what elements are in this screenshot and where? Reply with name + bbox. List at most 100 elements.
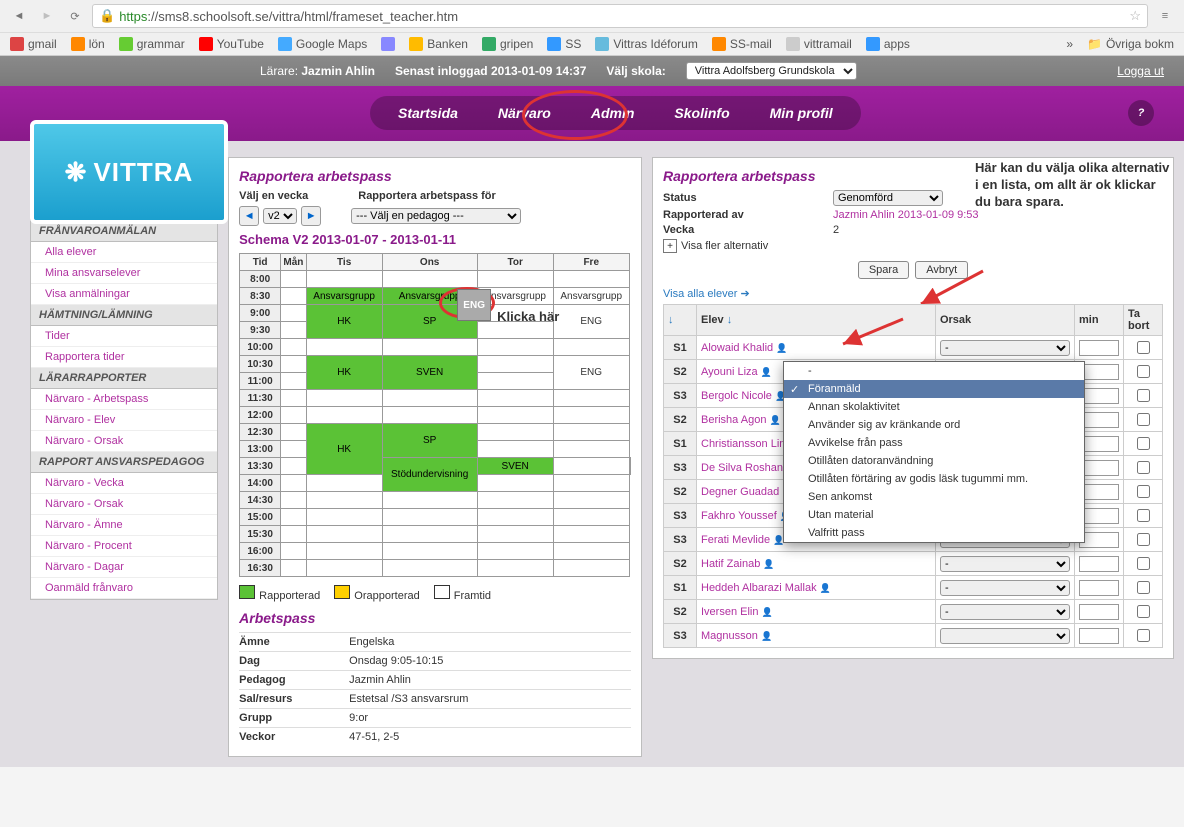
schedule-cell[interactable]: HK [306, 356, 382, 390]
bookmark-item[interactable]: gripen [482, 37, 533, 51]
min-input[interactable] [1079, 532, 1119, 548]
schedule-cell[interactable]: HK [306, 305, 382, 339]
sidebar-item[interactable]: Visa anmälningar [31, 284, 217, 305]
bookmark-item[interactable]: Banken [409, 37, 468, 51]
remove-checkbox[interactable] [1137, 605, 1150, 618]
other-bookmarks[interactable]: 📁 Övriga bokm [1087, 37, 1174, 51]
remove-checkbox[interactable] [1137, 437, 1150, 450]
orsak-select[interactable] [940, 628, 1070, 644]
sidebar-item[interactable]: Tider [31, 326, 217, 347]
schedule-cell[interactable]: SVEN [477, 458, 553, 475]
remove-checkbox[interactable] [1137, 485, 1150, 498]
week-prev-button[interactable]: ◄ [239, 206, 259, 226]
min-input[interactable] [1079, 412, 1119, 428]
remove-checkbox[interactable] [1137, 581, 1150, 594]
orsak-select[interactable]: - [940, 556, 1070, 572]
show-all-students-link[interactable]: Visa alla elever ➔ [663, 287, 1163, 300]
dropdown-option[interactable]: Otillåten förtäring av godis läsk tugumm… [784, 470, 1084, 488]
bookmark-item[interactable] [381, 37, 395, 51]
sidebar-item[interactable]: Närvaro - Ämne [31, 515, 217, 536]
sidebar-item[interactable]: Mina ansvarselever [31, 263, 217, 284]
min-input[interactable] [1079, 628, 1119, 644]
min-input[interactable] [1079, 556, 1119, 572]
bookmark-item[interactable]: Vittras Idéforum [595, 37, 697, 51]
min-input[interactable] [1079, 604, 1119, 620]
dropdown-option[interactable]: Utan material [784, 506, 1084, 524]
pedagog-select[interactable]: --- Välj en pedagog --- [351, 208, 521, 224]
bookmark-item[interactable]: lön [71, 37, 105, 51]
reload-button[interactable]: ⟳ [64, 6, 86, 26]
sidebar-item[interactable]: Närvaro - Orsak [31, 431, 217, 452]
week-select[interactable]: v2 [263, 208, 297, 224]
show-more-toggle[interactable]: +Visa fler alternativ [663, 239, 1163, 253]
schedule-cell-eng-highlight[interactable]: ENG [457, 289, 491, 321]
bookmark-item[interactable]: gmail [10, 37, 57, 51]
school-select[interactable]: Vittra Adolfsberg Grundskola [686, 62, 857, 80]
schedule-cell[interactable]: Ansvarsgrupp [553, 288, 629, 305]
remove-checkbox[interactable] [1137, 365, 1150, 378]
bookmark-item[interactable]: Google Maps [278, 37, 367, 51]
nav-item-startsida[interactable]: Startsida [398, 105, 458, 121]
nav-item-närvaro[interactable]: Närvaro [498, 105, 551, 121]
student-link[interactable]: Ferati Mevlide [701, 534, 770, 546]
schedule-cell[interactable]: HK [306, 424, 382, 475]
bookmark-item[interactable]: grammar [119, 37, 185, 51]
menu-icon[interactable]: ≡ [1154, 6, 1176, 26]
dropdown-option[interactable]: Använder sig av kränkande ord [784, 416, 1084, 434]
schedule-cell[interactable]: SVEN [382, 356, 477, 390]
nav-item-skolinfo[interactable]: Skolinfo [674, 105, 729, 121]
logout-link[interactable]: Logga ut [1117, 64, 1164, 78]
dropdown-option[interactable]: Avvikelse från pass [784, 434, 1084, 452]
min-input[interactable] [1079, 484, 1119, 500]
sidebar-item[interactable]: Närvaro - Arbetspass [31, 389, 217, 410]
min-input[interactable] [1079, 388, 1119, 404]
status-select[interactable]: Genomförd [833, 190, 943, 206]
student-link[interactable]: Alowaid Khalid [701, 342, 773, 354]
schedule-cell[interactable]: ENG [553, 356, 629, 390]
schedule-cell[interactable]: ENG [553, 305, 629, 339]
bookmark-item[interactable]: apps [866, 37, 910, 51]
back-button[interactable]: ◄ [8, 6, 30, 26]
sidebar-item[interactable]: Oanmäld frånvaro [31, 578, 217, 599]
remove-checkbox[interactable] [1137, 341, 1150, 354]
remove-checkbox[interactable] [1137, 509, 1150, 522]
bookmark-item[interactable]: vittramail [786, 37, 852, 51]
sidebar-item[interactable]: Alla elever [31, 242, 217, 263]
remove-checkbox[interactable] [1137, 461, 1150, 474]
min-input[interactable] [1079, 460, 1119, 476]
student-link[interactable]: De Silva Roshan [701, 462, 783, 474]
forward-button[interactable]: ► [36, 6, 58, 26]
star-icon[interactable]: ☆ [1129, 8, 1141, 24]
bookmark-item[interactable]: SS-mail [712, 37, 772, 51]
student-link[interactable]: Ayouni Liza [701, 366, 758, 378]
student-link[interactable]: Bergolc Nicole [701, 390, 772, 402]
remove-checkbox[interactable] [1137, 629, 1150, 642]
min-input[interactable] [1079, 364, 1119, 380]
save-button[interactable]: Spara [858, 261, 909, 279]
sidebar-item[interactable]: Närvaro - Vecka [31, 473, 217, 494]
min-input[interactable] [1079, 340, 1119, 356]
week-next-button[interactable]: ► [301, 206, 321, 226]
orsak-dropdown-popup[interactable]: -FöranmäldAnnan skolaktivitetAnvänder si… [783, 361, 1085, 543]
student-link[interactable]: Fakhro Youssef [701, 510, 777, 522]
student-link[interactable]: Heddeh Albarazi Mallak [701, 582, 817, 594]
schedule-cell[interactable]: Ansvarsgrupp [306, 288, 382, 305]
bookmarks-overflow[interactable]: » [1066, 37, 1073, 51]
dropdown-option[interactable]: Valfritt pass [784, 524, 1084, 542]
schedule-cell[interactable]: Stödundervisning [382, 458, 477, 492]
url-bar[interactable]: 🔒 https ://sms8.schoolsoft.se/vittra/htm… [92, 4, 1148, 28]
cancel-button[interactable]: Avbryt [915, 261, 968, 279]
remove-checkbox[interactable] [1137, 557, 1150, 570]
dropdown-option[interactable]: Annan skolaktivitet [784, 398, 1084, 416]
orsak-select[interactable]: - [940, 580, 1070, 596]
nav-item-admin[interactable]: Admin [591, 105, 635, 121]
orsak-select[interactable]: - [940, 604, 1070, 620]
dropdown-option[interactable]: - [784, 362, 1084, 380]
remove-checkbox[interactable] [1137, 533, 1150, 546]
bookmark-item[interactable]: YouTube [199, 37, 264, 51]
student-link[interactable]: Berisha Agon [701, 414, 766, 426]
sidebar-item[interactable]: Närvaro - Orsak [31, 494, 217, 515]
student-link[interactable]: Magnusson [701, 630, 758, 642]
min-input[interactable] [1079, 436, 1119, 452]
sidebar-item[interactable]: Närvaro - Dagar [31, 557, 217, 578]
